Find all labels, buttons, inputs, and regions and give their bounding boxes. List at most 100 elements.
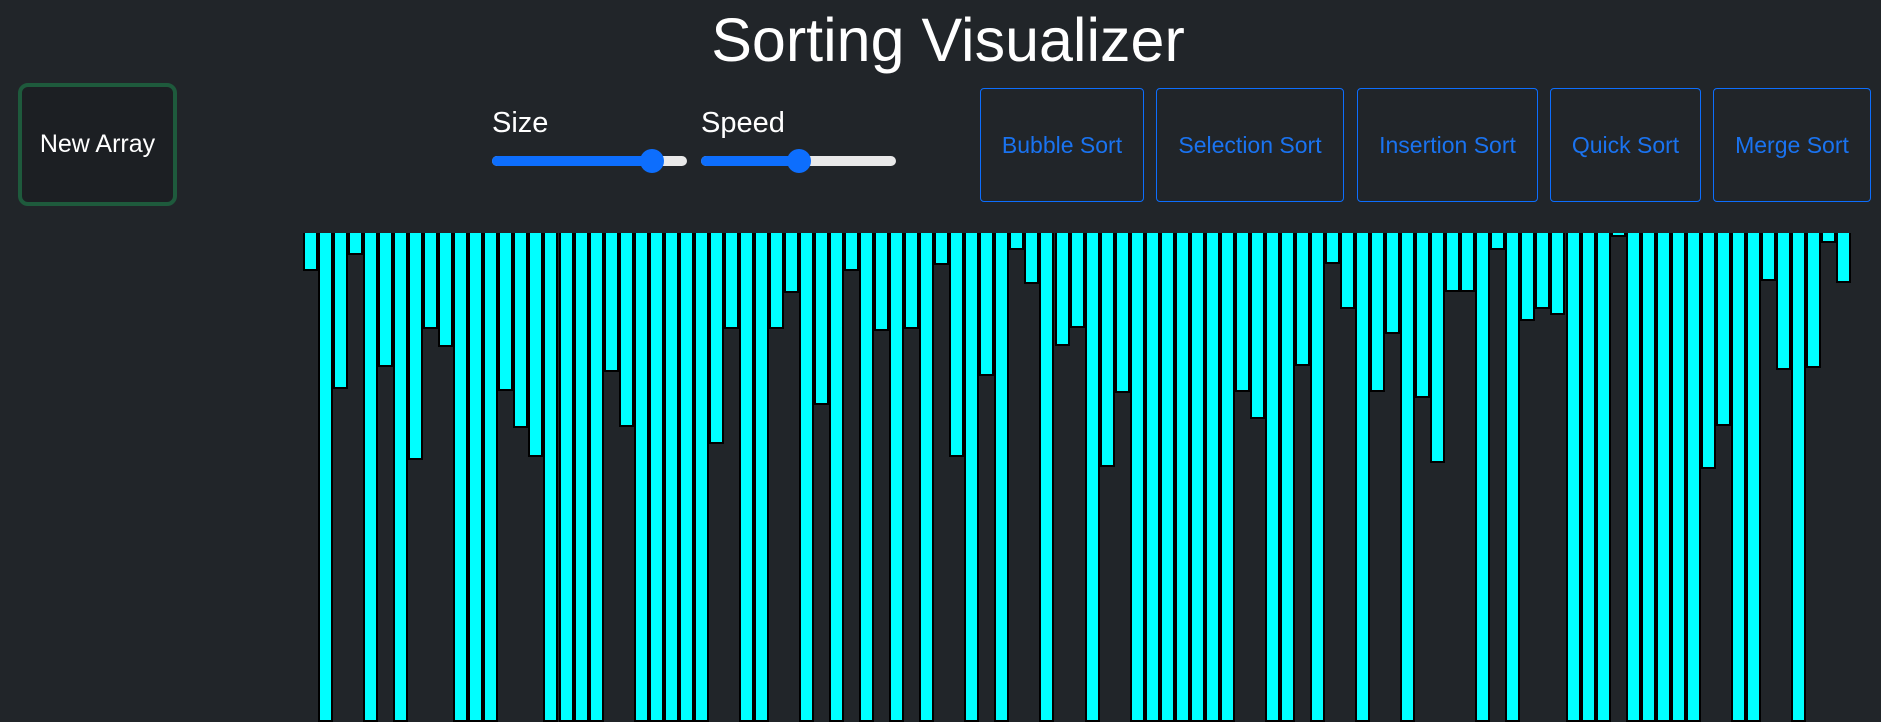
array-bar: [1039, 233, 1055, 722]
array-bar: [904, 233, 920, 329]
array-bar: [1836, 233, 1852, 283]
size-slider-fill: [492, 156, 652, 166]
array-bar: [859, 233, 875, 722]
array-bar: [573, 233, 589, 722]
speed-label: Speed: [701, 107, 785, 139]
array-bar: [1595, 233, 1611, 722]
array-bar: [1054, 233, 1070, 346]
array-bar: [1760, 233, 1776, 281]
array-bar: [1460, 233, 1476, 292]
array-bar: [1069, 233, 1085, 328]
quick-sort-button[interactable]: Quick Sort: [1550, 88, 1701, 202]
array-bar: [1144, 233, 1160, 722]
array-bar: [483, 233, 499, 722]
array-bar: [1279, 233, 1295, 722]
array-bar: [1580, 233, 1596, 722]
array-bar: [1204, 233, 1220, 722]
array-bar: [1099, 233, 1115, 467]
array-bar: [1535, 233, 1551, 309]
array-bar: [1640, 233, 1656, 722]
array-bar: [1475, 233, 1491, 722]
array-bar: [1370, 233, 1386, 392]
array-bar: [829, 233, 845, 722]
size-label: Size: [492, 107, 549, 139]
array-bar: [678, 233, 694, 722]
array-bar: [874, 233, 890, 331]
size-control: Size: [492, 104, 687, 173]
array-bar: [1775, 233, 1791, 370]
array-bar: [934, 233, 950, 265]
array-bar: [1520, 233, 1536, 321]
array-bar: [1084, 233, 1100, 722]
new-array-button[interactable]: New Array: [18, 83, 177, 206]
array-bar: [798, 233, 814, 722]
array-bar: [1325, 233, 1341, 264]
array-bar: [1730, 233, 1746, 722]
array-bar: [663, 233, 679, 722]
speed-control: Speed: [701, 104, 896, 173]
array-bar: [393, 233, 409, 722]
merge-sort-button[interactable]: Merge Sort: [1713, 88, 1871, 202]
array-bar: [1219, 233, 1235, 722]
array-bar: [1550, 233, 1566, 315]
array-bar: [1445, 233, 1461, 292]
insertion-sort-button[interactable]: Insertion Sort: [1357, 88, 1538, 202]
array-bar: [1625, 233, 1641, 722]
array-bar: [693, 233, 709, 722]
array-bar: [1385, 233, 1401, 334]
array-bar: [1430, 233, 1446, 463]
array-bar: [1114, 233, 1130, 393]
size-slider[interactable]: [492, 149, 687, 173]
array-bar: [1264, 233, 1280, 722]
array-bar: [919, 233, 935, 722]
array-bar: [1610, 233, 1626, 237]
array-bar: [1294, 233, 1310, 366]
array-bar: [378, 233, 394, 367]
array-bar: [1159, 233, 1175, 722]
array-bar: [513, 233, 529, 428]
array-bar: [543, 233, 559, 722]
array-bar: [964, 233, 980, 722]
array-bar: [1189, 233, 1205, 722]
array-bar: [558, 233, 574, 722]
array-bar: [783, 233, 799, 293]
array-bar: [603, 233, 619, 372]
array-bar: [994, 233, 1010, 722]
selection-sort-button[interactable]: Selection Sort: [1156, 88, 1344, 202]
array-bar: [1821, 233, 1837, 243]
page-title: Sorting Visualizer: [711, 6, 1185, 74]
array-bar: [1415, 233, 1431, 398]
array-bar: [633, 233, 649, 722]
array-bar: [1670, 233, 1686, 722]
array-bar: [979, 233, 995, 376]
array-bar: [753, 233, 769, 722]
array-bar: [438, 233, 454, 347]
bubble-sort-button[interactable]: Bubble Sort: [980, 88, 1144, 202]
array-bar: [498, 233, 514, 391]
size-slider-thumb[interactable]: [639, 149, 664, 173]
array-bar: [318, 233, 334, 722]
array-bar: [423, 233, 439, 329]
array-bar: [1806, 233, 1821, 368]
array-bar: [723, 233, 739, 329]
array-bar: [618, 233, 634, 427]
array-bar: [1355, 233, 1371, 722]
array-bar: [738, 233, 754, 722]
speed-slider[interactable]: [701, 149, 896, 173]
array-bar: [1009, 233, 1025, 250]
array-bar: [949, 233, 965, 457]
array-bar: [648, 233, 664, 722]
array-bar: [1790, 233, 1806, 722]
array-bar: [889, 233, 905, 722]
array-bar: [1340, 233, 1356, 309]
array-bar: [588, 233, 604, 722]
array-bar: [363, 233, 379, 722]
array-bar: [528, 233, 544, 457]
speed-slider-thumb[interactable]: [786, 149, 811, 173]
array-bar: [1024, 233, 1040, 284]
array-bar: [1700, 233, 1716, 469]
speed-slider-fill: [701, 156, 799, 166]
array-bar: [1310, 233, 1325, 722]
array-bar: [1249, 233, 1265, 419]
array-bar: [1400, 233, 1416, 722]
